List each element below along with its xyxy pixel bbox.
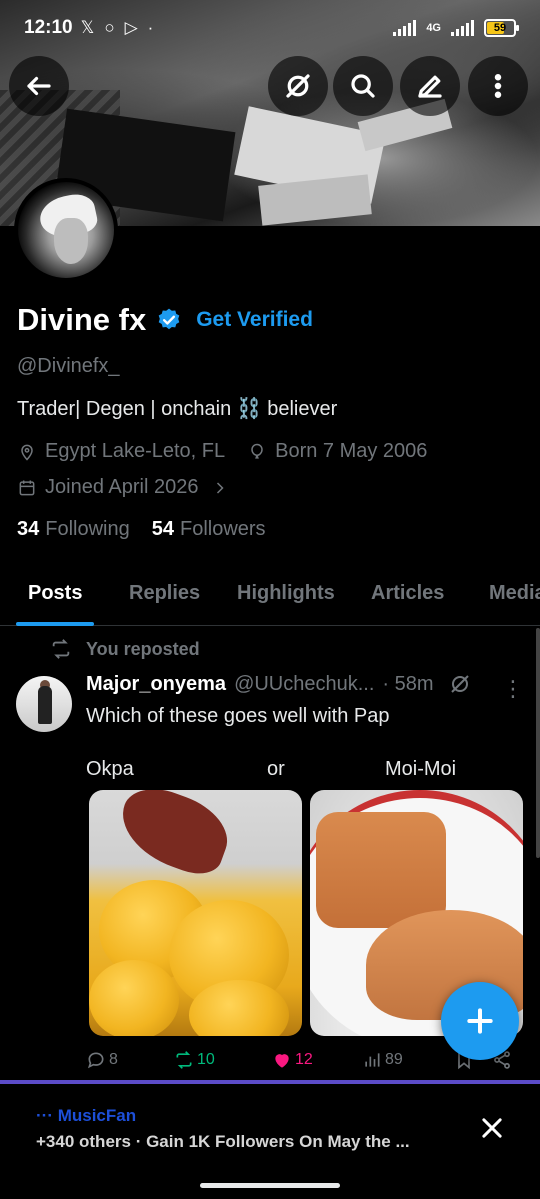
more-button[interactable]: [468, 56, 528, 116]
verified-badge-icon[interactable]: [156, 307, 182, 333]
dot-icon: ·: [147, 18, 154, 37]
tab-highlights[interactable]: Highlights: [237, 568, 335, 626]
more-icon: [494, 74, 502, 99]
profile-tabs: Posts Replies Highlights Articles Media: [0, 568, 540, 626]
view-count: 89: [385, 1051, 403, 1068]
back-arrow-icon: [27, 76, 51, 96]
edit-icon: [418, 75, 442, 98]
like-count: 12: [295, 1051, 313, 1068]
following-link[interactable]: 34 Following: [17, 518, 130, 541]
get-verified-link[interactable]: Get Verified: [196, 308, 313, 332]
tab-articles[interactable]: Articles: [371, 568, 444, 626]
battery-level: 59: [493, 22, 507, 34]
repost-count: 10: [197, 1051, 215, 1068]
grok-icon: [286, 74, 310, 98]
profile-joined: Joined April 2026: [45, 476, 199, 498]
network-label: 4G: [426, 22, 441, 34]
repost-label: You reposted: [86, 638, 200, 659]
home-indicator[interactable]: [200, 1183, 340, 1188]
post-option-mid: or: [267, 758, 285, 780]
tab-posts[interactable]: Posts: [15, 568, 96, 626]
search-button[interactable]: [333, 56, 393, 116]
profile-avatar[interactable]: [14, 178, 118, 282]
post-image-okpa[interactable]: [89, 790, 302, 1036]
profile-name: Divine fx: [17, 302, 147, 337]
heart-icon: [275, 1054, 289, 1068]
post-author-avatar[interactable]: [16, 676, 72, 732]
status-notification-icons: 𝕏 ○ ▷ ·: [81, 18, 154, 38]
notification-app-name: ··· MusicFan: [36, 1106, 137, 1125]
calendar-icon: [19, 480, 35, 495]
post-more-icon[interactable]: ⋮: [502, 676, 524, 702]
status-time: 12:10: [24, 17, 73, 38]
profile-bio: Trader| Degen | onchain ⛓️ believer: [17, 398, 338, 420]
chevron-right-icon: [217, 481, 225, 494]
follow-stats: 34 Following 54 Followers: [17, 518, 266, 541]
compose-post-button[interactable]: [441, 982, 519, 1060]
followers-link[interactable]: 54 Followers: [152, 518, 266, 541]
post-timestamp: · 58m: [382, 672, 434, 695]
profile-born: Born 7 May 2006: [275, 440, 428, 462]
repost-button[interactable]: 10: [174, 1050, 215, 1070]
grok-icon[interactable]: [448, 672, 472, 696]
profile-handle: @Divinefx_: [17, 355, 120, 377]
following-count: 34: [17, 518, 40, 540]
post-author-name[interactable]: Major_onyema: [86, 673, 226, 696]
views-button[interactable]: 89: [362, 1050, 403, 1070]
grok-button[interactable]: [268, 56, 328, 116]
battery-icon: 59: [484, 19, 519, 37]
repost-indicator: You reposted: [50, 638, 200, 660]
notification-text: +340 others · Gain 1K Followers On May t…: [36, 1132, 410, 1151]
post-author-handle[interactable]: @UUchechuk...: [234, 673, 374, 696]
notification-banner[interactable]: ··· MusicFan +340 others · Gain 1K Follo…: [0, 1084, 540, 1199]
search-icon: [351, 74, 375, 98]
close-icon: [482, 1118, 502, 1138]
tab-replies[interactable]: Replies: [129, 568, 200, 626]
balloon-icon: [251, 443, 263, 459]
followers-label: Followers: [179, 518, 266, 540]
post-text: Which of these goes well with Pap: [86, 705, 390, 727]
views-icon: [365, 1053, 380, 1067]
scrollbar[interactable]: [536, 628, 540, 858]
play-icon: ▷: [124, 18, 138, 37]
post-header: Major_onyema @UUchechuk... · 58m: [86, 672, 472, 696]
tab-media[interactable]: Media: [489, 568, 540, 626]
reply-count: 8: [109, 1051, 118, 1068]
post-option-left: Okpa: [86, 758, 134, 780]
plus-icon: [467, 1008, 493, 1034]
back-button[interactable]: [9, 56, 69, 116]
like-button[interactable]: 12: [272, 1050, 313, 1070]
profile-meta-joined[interactable]: Joined April 2026: [17, 476, 230, 499]
circle-icon: ○: [104, 18, 115, 37]
post-actions: 8 10 12 89: [86, 1050, 516, 1076]
signal-icon: [451, 20, 474, 36]
followers-count: 54: [151, 518, 174, 540]
post-option-right: Moi-Moi: [385, 758, 457, 780]
profile-name-row: Divine fx Get Verified: [17, 302, 313, 338]
signal-icon: [393, 20, 417, 36]
status-bar: 12:10 𝕏 ○ ▷ · 4G 59: [0, 0, 540, 56]
reply-icon: [87, 1052, 104, 1069]
profile-meta-location-born: Egypt Lake-Leto, FL Born 7 May 2006: [17, 440, 427, 463]
reply-button[interactable]: 8: [86, 1050, 118, 1070]
edit-button[interactable]: [400, 56, 460, 116]
following-label: Following: [45, 518, 130, 540]
notification-close-button[interactable]: [478, 1114, 506, 1142]
location-pin-icon: [21, 444, 33, 461]
profile-location: Egypt Lake-Leto, FL: [45, 440, 226, 462]
x-logo-icon: 𝕏: [80, 18, 95, 37]
repost-icon: [176, 1051, 192, 1069]
avatar-face: [54, 218, 88, 264]
repost-icon: [52, 639, 70, 659]
